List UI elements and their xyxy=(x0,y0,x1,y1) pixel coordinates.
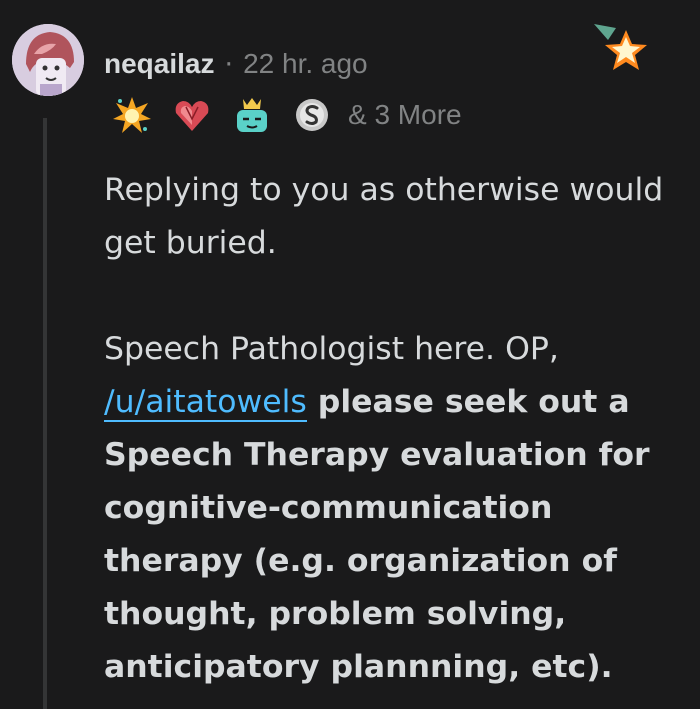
give-award-button[interactable] xyxy=(590,20,652,82)
timestamp[interactable]: 22 hr. ago xyxy=(243,48,368,80)
silver-coin-award-icon[interactable] xyxy=(292,95,332,135)
heart-gem-award-icon[interactable] xyxy=(172,95,212,135)
thread-line[interactable] xyxy=(43,118,47,709)
comment-body: Replying to you as otherwise would get b… xyxy=(104,164,684,694)
comment-text-bold: please seek out a Speech Therapy evaluat… xyxy=(104,384,650,685)
avatar[interactable] xyxy=(12,24,84,96)
user-mention-link[interactable]: /u/aitatowels xyxy=(104,384,307,422)
comment-header: neqailaz · 22 hr. ago xyxy=(104,44,368,84)
avatar-icon xyxy=(12,24,84,96)
star-award-icon xyxy=(594,24,647,70)
crowned-face-award-icon[interactable] xyxy=(232,95,272,135)
more-awards-link[interactable]: & 3 More xyxy=(348,99,462,131)
username[interactable]: neqailaz xyxy=(104,48,214,80)
separator-dot: · xyxy=(224,48,234,80)
comment-paragraph-1: Replying to you as otherwise would get b… xyxy=(104,172,664,261)
explosion-award-icon[interactable] xyxy=(112,95,152,135)
comment-paragraph-2: Speech Pathologist here. OP, /u/aitatowe… xyxy=(104,323,684,694)
award-row: & 3 More xyxy=(112,92,462,138)
comment-text-lead: Speech Pathologist here. OP, xyxy=(104,331,559,367)
